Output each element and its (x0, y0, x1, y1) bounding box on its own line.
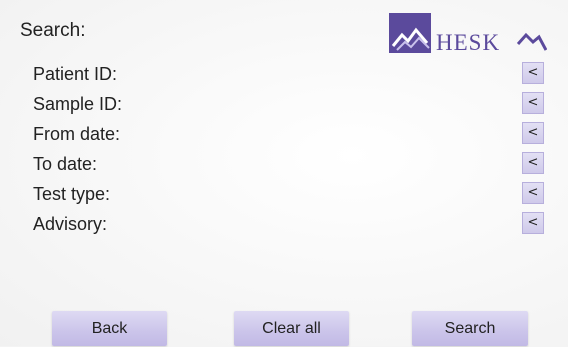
logo-flourish-icon (517, 32, 547, 51)
search-screen: Search: HESK Patient ID: < Sample ID: < … (0, 0, 568, 346)
logo-text: HESK (436, 30, 501, 55)
from-date-label: From date: (33, 124, 121, 144)
test-type-edit-button[interactable]: < (522, 182, 544, 204)
heska-logo: HESK (389, 13, 549, 57)
search-button[interactable]: Search (412, 311, 528, 346)
advisory-label: Advisory: (33, 214, 108, 234)
to-date-label: To date: (33, 154, 98, 174)
page-title: Search: (20, 20, 86, 41)
patient-id-label: Patient ID: (33, 64, 118, 84)
to-date-edit-button[interactable]: < (522, 152, 544, 174)
from-date-edit-button[interactable]: < (522, 122, 544, 144)
test-type-label: Test type: (33, 184, 111, 204)
advisory-edit-button[interactable]: < (522, 212, 544, 234)
back-button[interactable]: Back (52, 311, 167, 346)
clear-all-button[interactable]: Clear all (234, 311, 349, 346)
sample-id-label: Sample ID: (33, 94, 123, 114)
mountain-logo-icon (389, 13, 431, 53)
sample-id-edit-button[interactable]: < (522, 92, 544, 114)
patient-id-edit-button[interactable]: < (522, 62, 544, 84)
